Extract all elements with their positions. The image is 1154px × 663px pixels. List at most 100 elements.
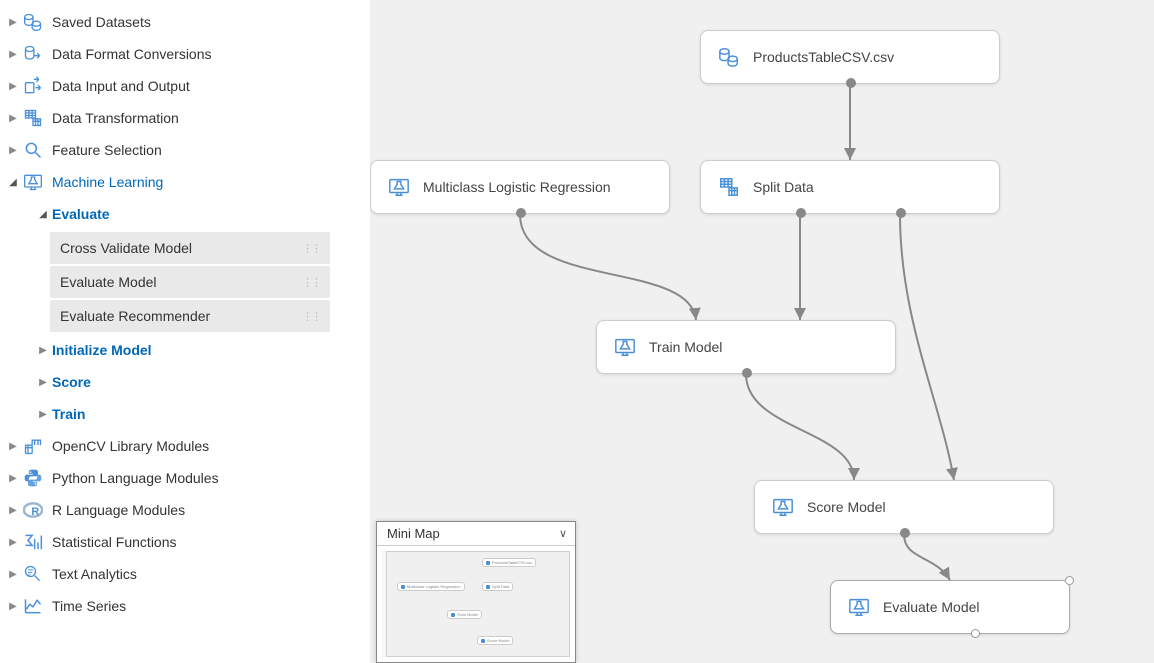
- node-label: Train Model: [649, 339, 722, 355]
- tree-item-text-analytics[interactable]: ▶ Text Analytics: [0, 558, 370, 590]
- chevron-right-icon: ▶: [6, 535, 20, 549]
- chevron-right-icon: ▶: [6, 111, 20, 125]
- tree-label: Time Series: [52, 598, 370, 614]
- tree-label: Statistical Functions: [52, 534, 370, 550]
- chevron-right-icon: ▶: [6, 15, 20, 29]
- line-chart-icon: [22, 595, 44, 617]
- chevron-down-icon: ◢: [6, 175, 20, 189]
- chevron-right-icon: ▶: [6, 79, 20, 93]
- canvas-node-score[interactable]: Score Model: [754, 480, 1054, 534]
- tree-label: R Language Modules: [52, 502, 370, 518]
- chevron-right-icon: ▶: [6, 503, 20, 517]
- module-leaf-cross-validate[interactable]: Cross Validate Model ⋮⋮: [50, 232, 330, 264]
- mini-map-header[interactable]: Mini Map ∨: [377, 522, 575, 546]
- chevron-right-icon: ▶: [6, 471, 20, 485]
- tree-label: Train: [52, 406, 370, 422]
- canvas-node-train[interactable]: Train Model: [596, 320, 896, 374]
- tree-item-time-series[interactable]: ▶ Time Series: [0, 590, 370, 622]
- output-port[interactable]: [896, 208, 906, 218]
- chevron-right-icon: ▶: [36, 375, 50, 389]
- drag-grip-icon: ⋮⋮: [302, 276, 320, 289]
- canvas-node-mlr[interactable]: Multiclass Logistic Regression: [370, 160, 670, 214]
- module-palette-sidebar[interactable]: ▶ Saved Datasets ▶ Data Format Conversio…: [0, 0, 370, 663]
- tree-item-data-format[interactable]: ▶ Data Format Conversions: [0, 38, 370, 70]
- r-lang-icon: R: [22, 499, 44, 521]
- dataset-icon: [22, 11, 44, 33]
- table-small-icon: [22, 107, 44, 129]
- tree-label: Text Analytics: [52, 566, 370, 582]
- chevron-down-icon: ◢: [36, 207, 50, 221]
- output-port[interactable]: [900, 528, 910, 538]
- node-label: Multiclass Logistic Regression: [423, 179, 611, 195]
- sigma-bars-icon: [22, 531, 44, 553]
- tree-item-data-io[interactable]: ▶ Data Input and Output: [0, 70, 370, 102]
- node-label: Split Data: [753, 179, 814, 195]
- experiment-icon: [613, 335, 637, 359]
- module-leaf-evaluate-model[interactable]: Evaluate Model ⋮⋮: [50, 266, 330, 298]
- tree-item-stats[interactable]: ▶ Statistical Functions: [0, 526, 370, 558]
- magnifier-icon: [22, 139, 44, 161]
- tree-label: Data Format Conversions: [52, 46, 370, 62]
- chevron-down-icon: ∨: [559, 527, 567, 540]
- experiment-icon: [847, 595, 871, 619]
- tree-label: Feature Selection: [52, 142, 370, 158]
- tree-label: OpenCV Library Modules: [52, 438, 370, 454]
- tree-item-initialize-model[interactable]: ▶ Initialize Model: [0, 334, 370, 366]
- tree-label: Evaluate: [52, 206, 370, 222]
- tree-item-feature-selection[interactable]: ▶ Feature Selection: [0, 134, 370, 166]
- chevron-right-icon: ▶: [6, 47, 20, 61]
- tree-label: Python Language Modules: [52, 470, 370, 486]
- tree-label: Data Transformation: [52, 110, 370, 126]
- drag-grip-icon: ⋮⋮: [302, 242, 320, 255]
- tree-label: Saved Datasets: [52, 14, 370, 30]
- tree-item-data-transform[interactable]: ▶ Data Transformation: [0, 102, 370, 134]
- node-label: Evaluate Model: [883, 599, 980, 615]
- canvas-node-csv[interactable]: ProductsTableCSV.csv: [700, 30, 1000, 84]
- selection-handle[interactable]: [1065, 576, 1074, 585]
- python-icon: [22, 467, 44, 489]
- output-port[interactable]: [796, 208, 806, 218]
- dataset-icon: [717, 45, 741, 69]
- data-io-icon: [22, 75, 44, 97]
- chevron-right-icon: ▶: [6, 567, 20, 581]
- canvas-node-split[interactable]: Split Data: [700, 160, 1000, 214]
- tree-item-python[interactable]: ▶ Python Language Modules: [0, 462, 370, 494]
- output-port[interactable]: [742, 368, 752, 378]
- experiment-icon: [22, 171, 44, 193]
- experiment-icon: [387, 175, 411, 199]
- chevron-right-icon: ▶: [36, 343, 50, 357]
- output-port[interactable]: [846, 78, 856, 88]
- experiment-icon: [771, 495, 795, 519]
- leaf-label: Evaluate Model: [60, 274, 157, 290]
- output-port[interactable]: [516, 208, 526, 218]
- selection-handle[interactable]: [971, 629, 980, 638]
- chevron-right-icon: ▶: [36, 407, 50, 421]
- module-leaf-evaluate-recommender[interactable]: Evaluate Recommender ⋮⋮: [50, 300, 330, 332]
- svg-text:R: R: [31, 506, 39, 518]
- tree-item-train[interactable]: ▶ Train: [0, 398, 370, 430]
- mini-map-panel[interactable]: Mini Map ∨ ProductsTableCSV.csv Multicla…: [376, 521, 576, 663]
- node-label: Score Model: [807, 499, 886, 515]
- tree-label: Data Input and Output: [52, 78, 370, 94]
- tree-item-score[interactable]: ▶ Score: [0, 366, 370, 398]
- chevron-right-icon: ▶: [6, 439, 20, 453]
- tree-label: Score: [52, 374, 370, 390]
- mini-map-viewport[interactable]: ProductsTableCSV.csv Multiclass Logistic…: [377, 546, 575, 662]
- tree-item-saved-datasets[interactable]: ▶ Saved Datasets: [0, 6, 370, 38]
- canvas-node-evaluate[interactable]: Evaluate Model: [830, 580, 1070, 634]
- tree-item-machine-learning[interactable]: ◢ Machine Learning: [0, 166, 370, 198]
- leaf-label: Cross Validate Model: [60, 240, 192, 256]
- tree-label: Initialize Model: [52, 342, 370, 358]
- text-search-icon: [22, 563, 44, 585]
- tree-item-r-lang[interactable]: ▶ R R Language Modules: [0, 494, 370, 526]
- experiment-canvas[interactable]: ProductsTableCSV.csv Multiclass Logistic…: [370, 0, 1154, 663]
- tree-label: Machine Learning: [52, 174, 370, 190]
- chevron-right-icon: ▶: [6, 599, 20, 613]
- drag-grip-icon: ⋮⋮: [302, 310, 320, 323]
- tree-item-opencv[interactable]: ▶ OpenCV Library Modules: [0, 430, 370, 462]
- node-label: ProductsTableCSV.csv: [753, 49, 894, 65]
- tree-item-evaluate[interactable]: ◢ Evaluate: [0, 198, 370, 230]
- chevron-right-icon: ▶: [6, 143, 20, 157]
- dataset-arrow-icon: [22, 43, 44, 65]
- mini-map-title: Mini Map: [387, 526, 440, 541]
